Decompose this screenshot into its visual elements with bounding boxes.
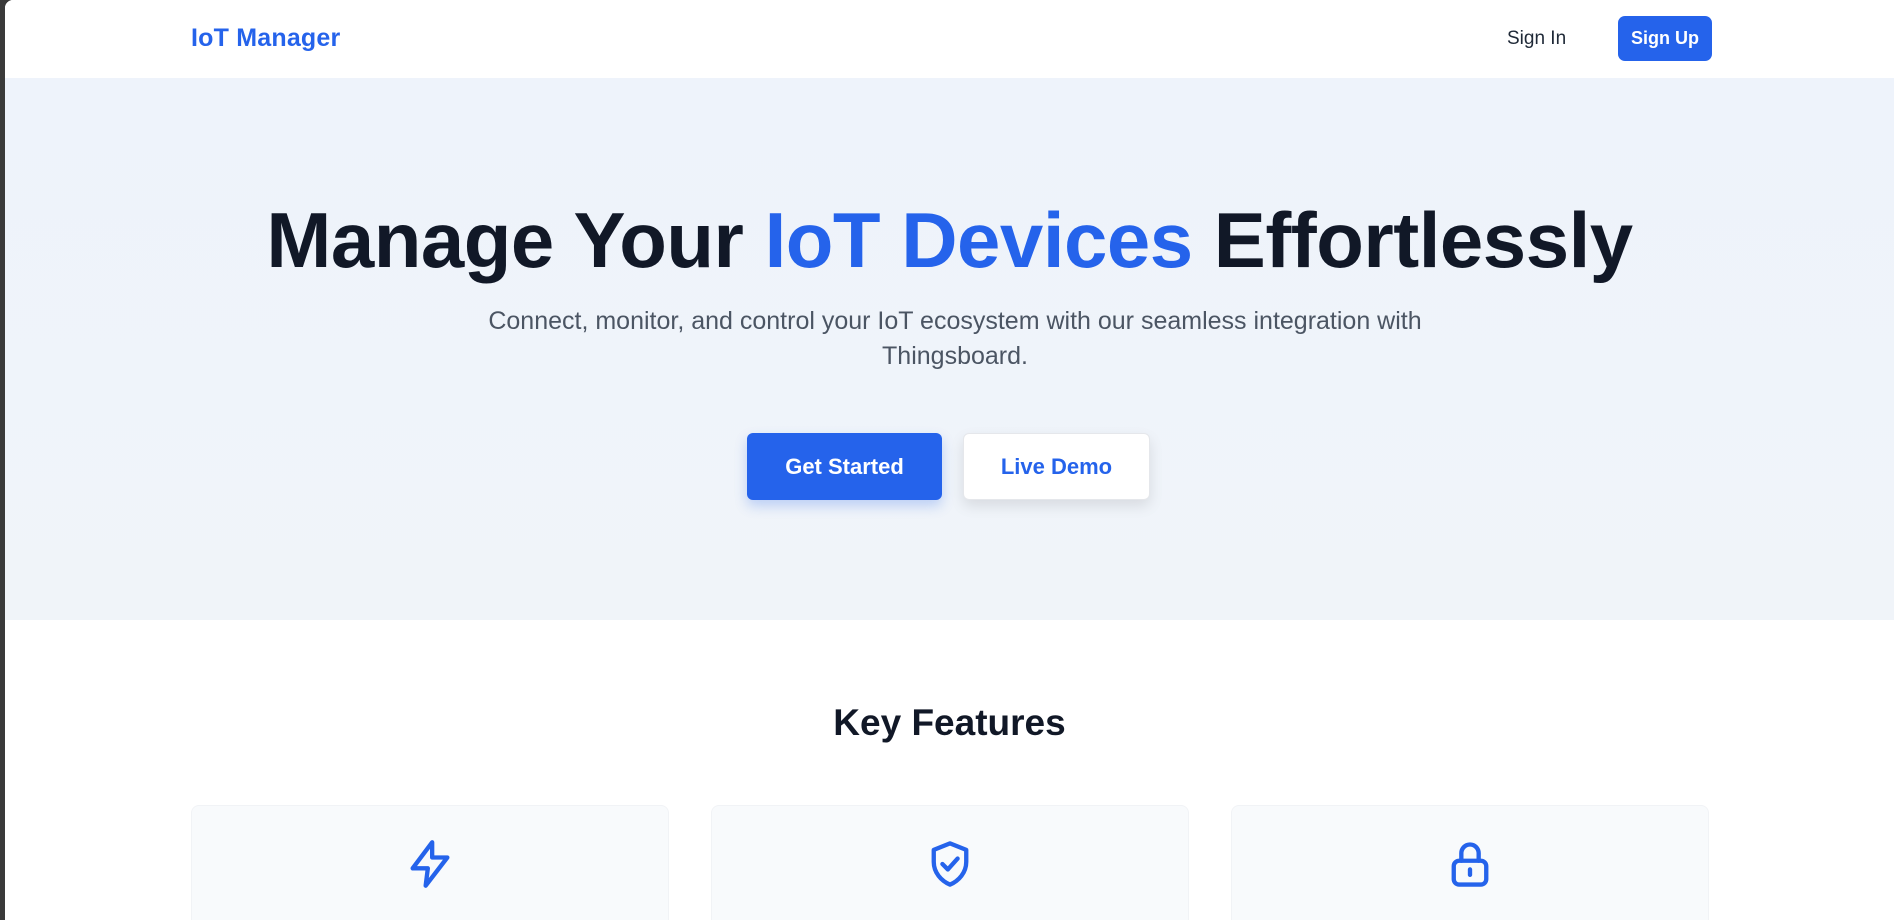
- features-heading: Key Features: [833, 702, 1066, 743]
- get-started-button[interactable]: Get Started: [747, 433, 942, 500]
- lightning-bolt-icon: [404, 838, 456, 890]
- browser-viewport: IoT Manager Sign In Sign Up Manage Your …: [5, 0, 1894, 920]
- sign-up-button[interactable]: Sign Up: [1618, 16, 1712, 61]
- live-demo-button[interactable]: Live Demo: [963, 433, 1150, 500]
- hero-title-accent: IoT Devices: [764, 196, 1194, 284]
- hero-title-part1: Manage Your: [266, 196, 765, 284]
- hero-section: Manage Your IoT Devices Effortlessly Con…: [5, 78, 1894, 620]
- sign-in-button[interactable]: Sign In: [1507, 28, 1566, 50]
- hero-title: Manage Your IoT Devices Effortlessly: [5, 195, 1894, 286]
- lock-icon: [1444, 838, 1496, 890]
- hero-subtitle: Connect, monitor, and control your IoT e…: [488, 307, 1422, 370]
- shield-check-icon: [924, 838, 976, 890]
- feature-card-3: [1231, 805, 1709, 920]
- feature-card-2: [711, 805, 1189, 920]
- top-navbar: IoT Manager Sign In Sign Up: [5, 0, 1894, 78]
- feature-card-1: [191, 805, 669, 920]
- hero-title-part2: Effortlessly: [1192, 196, 1633, 284]
- brand-logo-text[interactable]: IoT Manager: [191, 24, 340, 53]
